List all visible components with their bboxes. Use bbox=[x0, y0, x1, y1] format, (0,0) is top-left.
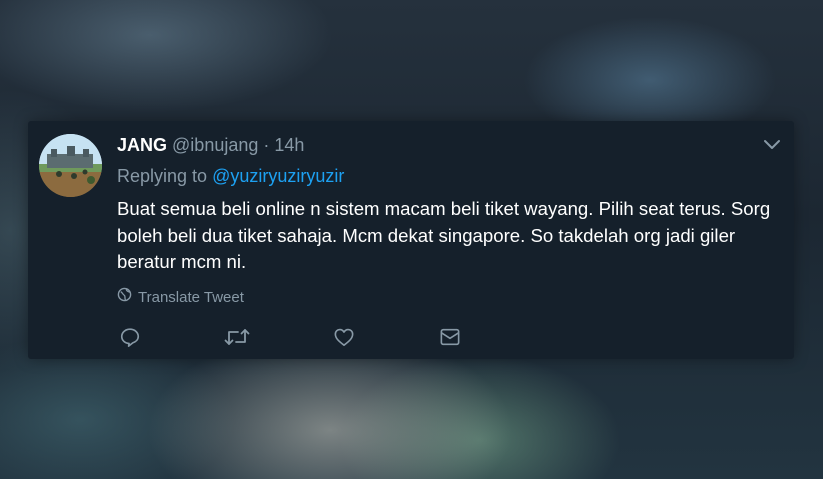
like-button[interactable] bbox=[331, 324, 357, 350]
display-name[interactable]: JANG bbox=[117, 135, 167, 155]
retweet-button[interactable] bbox=[224, 324, 250, 350]
timestamp[interactable]: 14h bbox=[274, 135, 304, 155]
reply-button[interactable] bbox=[117, 324, 143, 350]
globe-icon bbox=[117, 287, 132, 308]
replying-to-handle-link[interactable]: @yuziryuziryuzir bbox=[212, 166, 344, 186]
envelope-icon bbox=[439, 327, 461, 347]
translate-tweet-link[interactable]: Translate Tweet bbox=[117, 287, 244, 308]
tweet-header: JANG @ibnujang · 14h bbox=[117, 134, 304, 156]
avatar[interactable] bbox=[39, 134, 102, 197]
heart-icon bbox=[333, 327, 355, 347]
tweet-actions bbox=[117, 324, 517, 352]
blurred-background: JANG @ibnujang · 14h Replying to @yuziry… bbox=[0, 0, 823, 479]
replying-to-label: Replying to bbox=[117, 166, 208, 186]
tweet-card[interactable]: JANG @ibnujang · 14h Replying to @yuziry… bbox=[28, 121, 794, 359]
retweet-icon bbox=[224, 326, 250, 348]
speech-bubble-icon bbox=[119, 326, 141, 348]
replying-to: Replying to @yuziryuziryuzir bbox=[117, 165, 344, 187]
translate-label: Translate Tweet bbox=[138, 288, 244, 306]
user-handle[interactable]: @ibnujang bbox=[172, 135, 258, 155]
separator-dot: · bbox=[263, 135, 270, 155]
chevron-down-icon[interactable] bbox=[762, 136, 782, 152]
tweet-text: Buat semua beli online n sistem macam be… bbox=[117, 198, 771, 272]
direct-message-button[interactable] bbox=[437, 324, 463, 350]
